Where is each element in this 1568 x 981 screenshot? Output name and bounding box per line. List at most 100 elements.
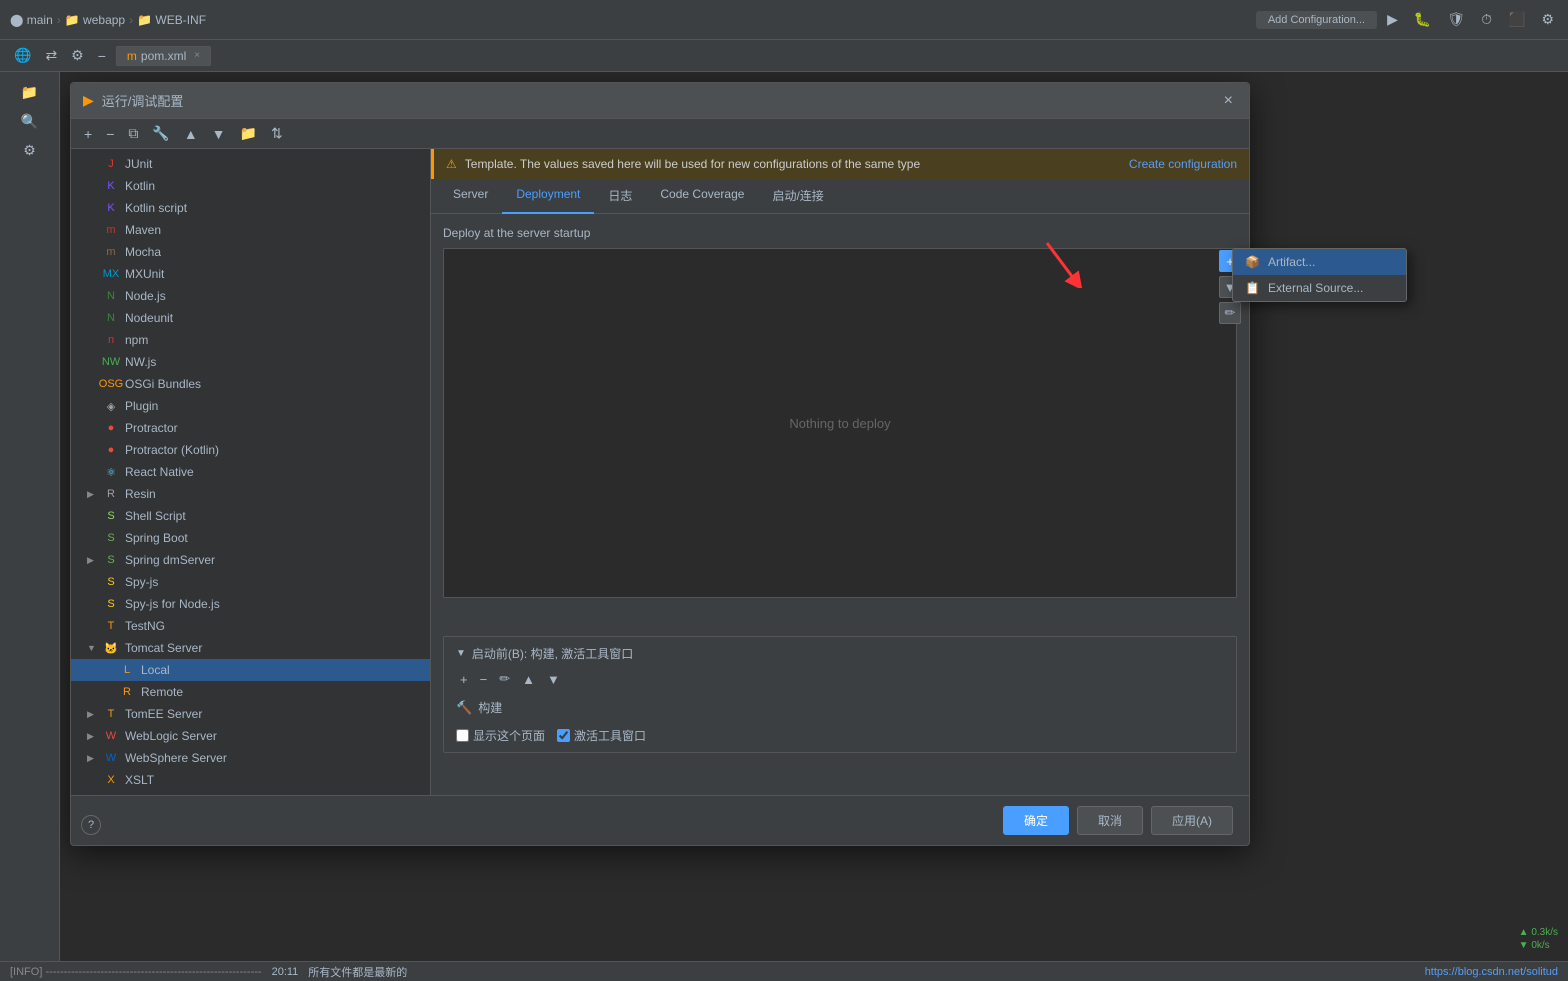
list-item-kotlin[interactable]: KKotlin: [71, 175, 430, 197]
list-item-tomcat-remote[interactable]: RRemote: [71, 681, 430, 703]
expand-arrow-weblogic[interactable]: ▶: [87, 731, 97, 742]
show-page-checkbox-label: 显示这个页面: [456, 727, 545, 744]
up-btn[interactable]: ▲: [179, 124, 203, 144]
settings-icon[interactable]: ⚙: [1537, 9, 1558, 30]
apply-button[interactable]: 应用(A): [1151, 806, 1233, 835]
dropdown-artifact-item[interactable]: 📦 Artifact...: [1233, 249, 1406, 275]
activate-window-checkbox-label: 激活工具窗口: [557, 727, 646, 744]
sidebar-icon-3[interactable]: ⚙: [19, 140, 40, 161]
list-item-spring-dm[interactable]: ▶SSpring dmServer: [71, 549, 430, 571]
list-item-tomee[interactable]: ▶TTomEE Server: [71, 703, 430, 725]
tab-codecoverage[interactable]: Code Coverage: [646, 179, 758, 214]
remove-config-btn[interactable]: −: [101, 124, 119, 144]
item-icon-osgi: OSG: [103, 376, 119, 392]
list-item-spy-js-node[interactable]: SSpy-js for Node.js: [71, 593, 430, 615]
list-item-tomcat-local[interactable]: LLocal: [71, 659, 430, 681]
artifact-label: Artifact...: [1268, 255, 1315, 269]
bl-up-btn[interactable]: ▲: [518, 670, 539, 688]
tab-deployment[interactable]: Deployment: [502, 179, 594, 214]
add-configuration-button[interactable]: Add Configuration...: [1256, 11, 1377, 29]
list-item-xslt[interactable]: XXSLT: [71, 769, 430, 791]
expand-arrow-tomee[interactable]: ▶: [87, 709, 97, 720]
bl-edit-btn[interactable]: ✏: [495, 670, 514, 688]
list-item-testng[interactable]: TTestNG: [71, 615, 430, 637]
artifact-icon: 📦: [1245, 255, 1260, 269]
left-sidebar: 📁 🔍 ⚙: [0, 72, 60, 961]
coverage-icon[interactable]: 🛡: [1443, 9, 1469, 30]
edit-deploy-btn[interactable]: ✏: [1219, 302, 1241, 324]
list-item-junit[interactable]: JJUnit: [71, 153, 430, 175]
list-item-mxunit[interactable]: MXMXUnit: [71, 263, 430, 285]
copy-config-btn[interactable]: ⧉: [123, 123, 143, 144]
globe-icon[interactable]: 🌐: [10, 45, 35, 66]
item-label-tomcat: Tomcat Server: [125, 641, 202, 655]
list-item-react-native[interactable]: ⚛React Native: [71, 461, 430, 483]
tab-启动/连接[interactable]: 启动/连接: [758, 179, 837, 214]
show-page-checkbox[interactable]: [456, 729, 469, 742]
run-icon[interactable]: ▶: [1383, 9, 1402, 30]
debug-icon[interactable]: 🐛: [1410, 9, 1435, 30]
settings2-icon[interactable]: ⚙: [67, 45, 88, 66]
wrench-btn[interactable]: 🔧: [147, 123, 174, 144]
dialog-close-button[interactable]: ×: [1220, 92, 1237, 110]
tab-file-label: pom.xml: [141, 49, 186, 63]
tab-close-icon[interactable]: ×: [194, 50, 200, 61]
bl-add-btn[interactable]: +: [456, 670, 472, 688]
tab-日志[interactable]: 日志: [594, 179, 646, 214]
expand-arrow-websphere[interactable]: ▶: [87, 753, 97, 764]
arrows-icon[interactable]: ⇄: [41, 45, 61, 66]
list-item-nw[interactable]: NWNW.js: [71, 351, 430, 373]
list-item-spy-js[interactable]: SSpy-js: [71, 571, 430, 593]
list-item-mocha[interactable]: mMocha: [71, 241, 430, 263]
expand-arrow-spring-dm[interactable]: ▶: [87, 555, 97, 566]
cancel-button[interactable]: 取消: [1077, 806, 1143, 835]
sidebar-icon-2[interactable]: 🔍: [17, 111, 42, 132]
create-configuration-link[interactable]: Create configuration: [1129, 157, 1237, 171]
bl-down-btn[interactable]: ▼: [543, 670, 564, 688]
dialog-toolbar: + − ⧉ 🔧 ▲ ▼ 📁 ⇅: [71, 119, 1249, 149]
pom-xml-tab[interactable]: m pom.xml ×: [116, 46, 211, 66]
list-item-plugin[interactable]: ◈Plugin: [71, 395, 430, 417]
item-label-nw: NW.js: [125, 355, 156, 369]
list-item-shell-script[interactable]: SShell Script: [71, 505, 430, 527]
item-label-tomcat-local: Local: [141, 663, 170, 677]
deploy-content: Nothing to deploy: [443, 248, 1237, 598]
folder-btn[interactable]: 📁: [235, 123, 262, 144]
list-item-tomcat[interactable]: ▼ 🐱 Tomcat Server: [71, 637, 430, 659]
expand-arrow-resin[interactable]: ▶: [87, 489, 97, 500]
add-config-btn[interactable]: +: [79, 124, 97, 144]
artifact-dropdown: 📦 Artifact... 📋 External Source...: [1232, 248, 1407, 302]
tab-server[interactable]: Server: [439, 179, 502, 214]
list-item-maven[interactable]: mMaven: [71, 219, 430, 241]
activate-window-checkbox[interactable]: [557, 729, 570, 742]
sort-btn[interactable]: ⇅: [266, 123, 288, 144]
bl-remove-btn[interactable]: −: [476, 670, 492, 688]
list-item-osgi[interactable]: OSGOSGi Bundles: [71, 373, 430, 395]
list-item-protractor-kotlin[interactable]: ●Protractor (Kotlin): [71, 439, 430, 461]
list-item-nodeunit[interactable]: NNodeunit: [71, 307, 430, 329]
list-item-protractor[interactable]: ●Protractor: [71, 417, 430, 439]
list-item-spring-boot[interactable]: SSpring Boot: [71, 527, 430, 549]
dialog-title-bar: ▶ 运行/调试配置 ×: [71, 83, 1249, 119]
item-icon-tomcat: 🐱: [103, 640, 119, 656]
item-icon-nodeunit: N: [103, 310, 119, 326]
item-icon-kotlin: K: [103, 178, 119, 194]
item-label-spy-js-node: Spy-js for Node.js: [125, 597, 220, 611]
before-launch-expand[interactable]: ▼: [456, 648, 466, 659]
expand-arrow-tomcat[interactable]: ▼: [87, 643, 97, 653]
profile-icon[interactable]: ⏱: [1477, 9, 1496, 30]
list-item-websphere[interactable]: ▶WWebSphere Server: [71, 747, 430, 769]
help-button[interactable]: ?: [81, 815, 101, 835]
stop-icon[interactable]: ⬛: [1504, 9, 1529, 30]
ok-button[interactable]: 确定: [1003, 806, 1069, 835]
sidebar-icon-1[interactable]: 📁: [17, 82, 42, 103]
list-item-nodejs[interactable]: NNode.js: [71, 285, 430, 307]
list-item-npm[interactable]: nnpm: [71, 329, 430, 351]
minimize-icon[interactable]: −: [94, 46, 110, 66]
breadcrumb-webapp: 📁 webapp: [65, 13, 125, 27]
list-item-resin[interactable]: ▶RResin: [71, 483, 430, 505]
dropdown-external-item[interactable]: 📋 External Source...: [1233, 275, 1406, 301]
list-item-kotlin-script[interactable]: KKotlin script: [71, 197, 430, 219]
down-btn[interactable]: ▼: [207, 124, 231, 144]
list-item-weblogic[interactable]: ▶WWebLogic Server: [71, 725, 430, 747]
